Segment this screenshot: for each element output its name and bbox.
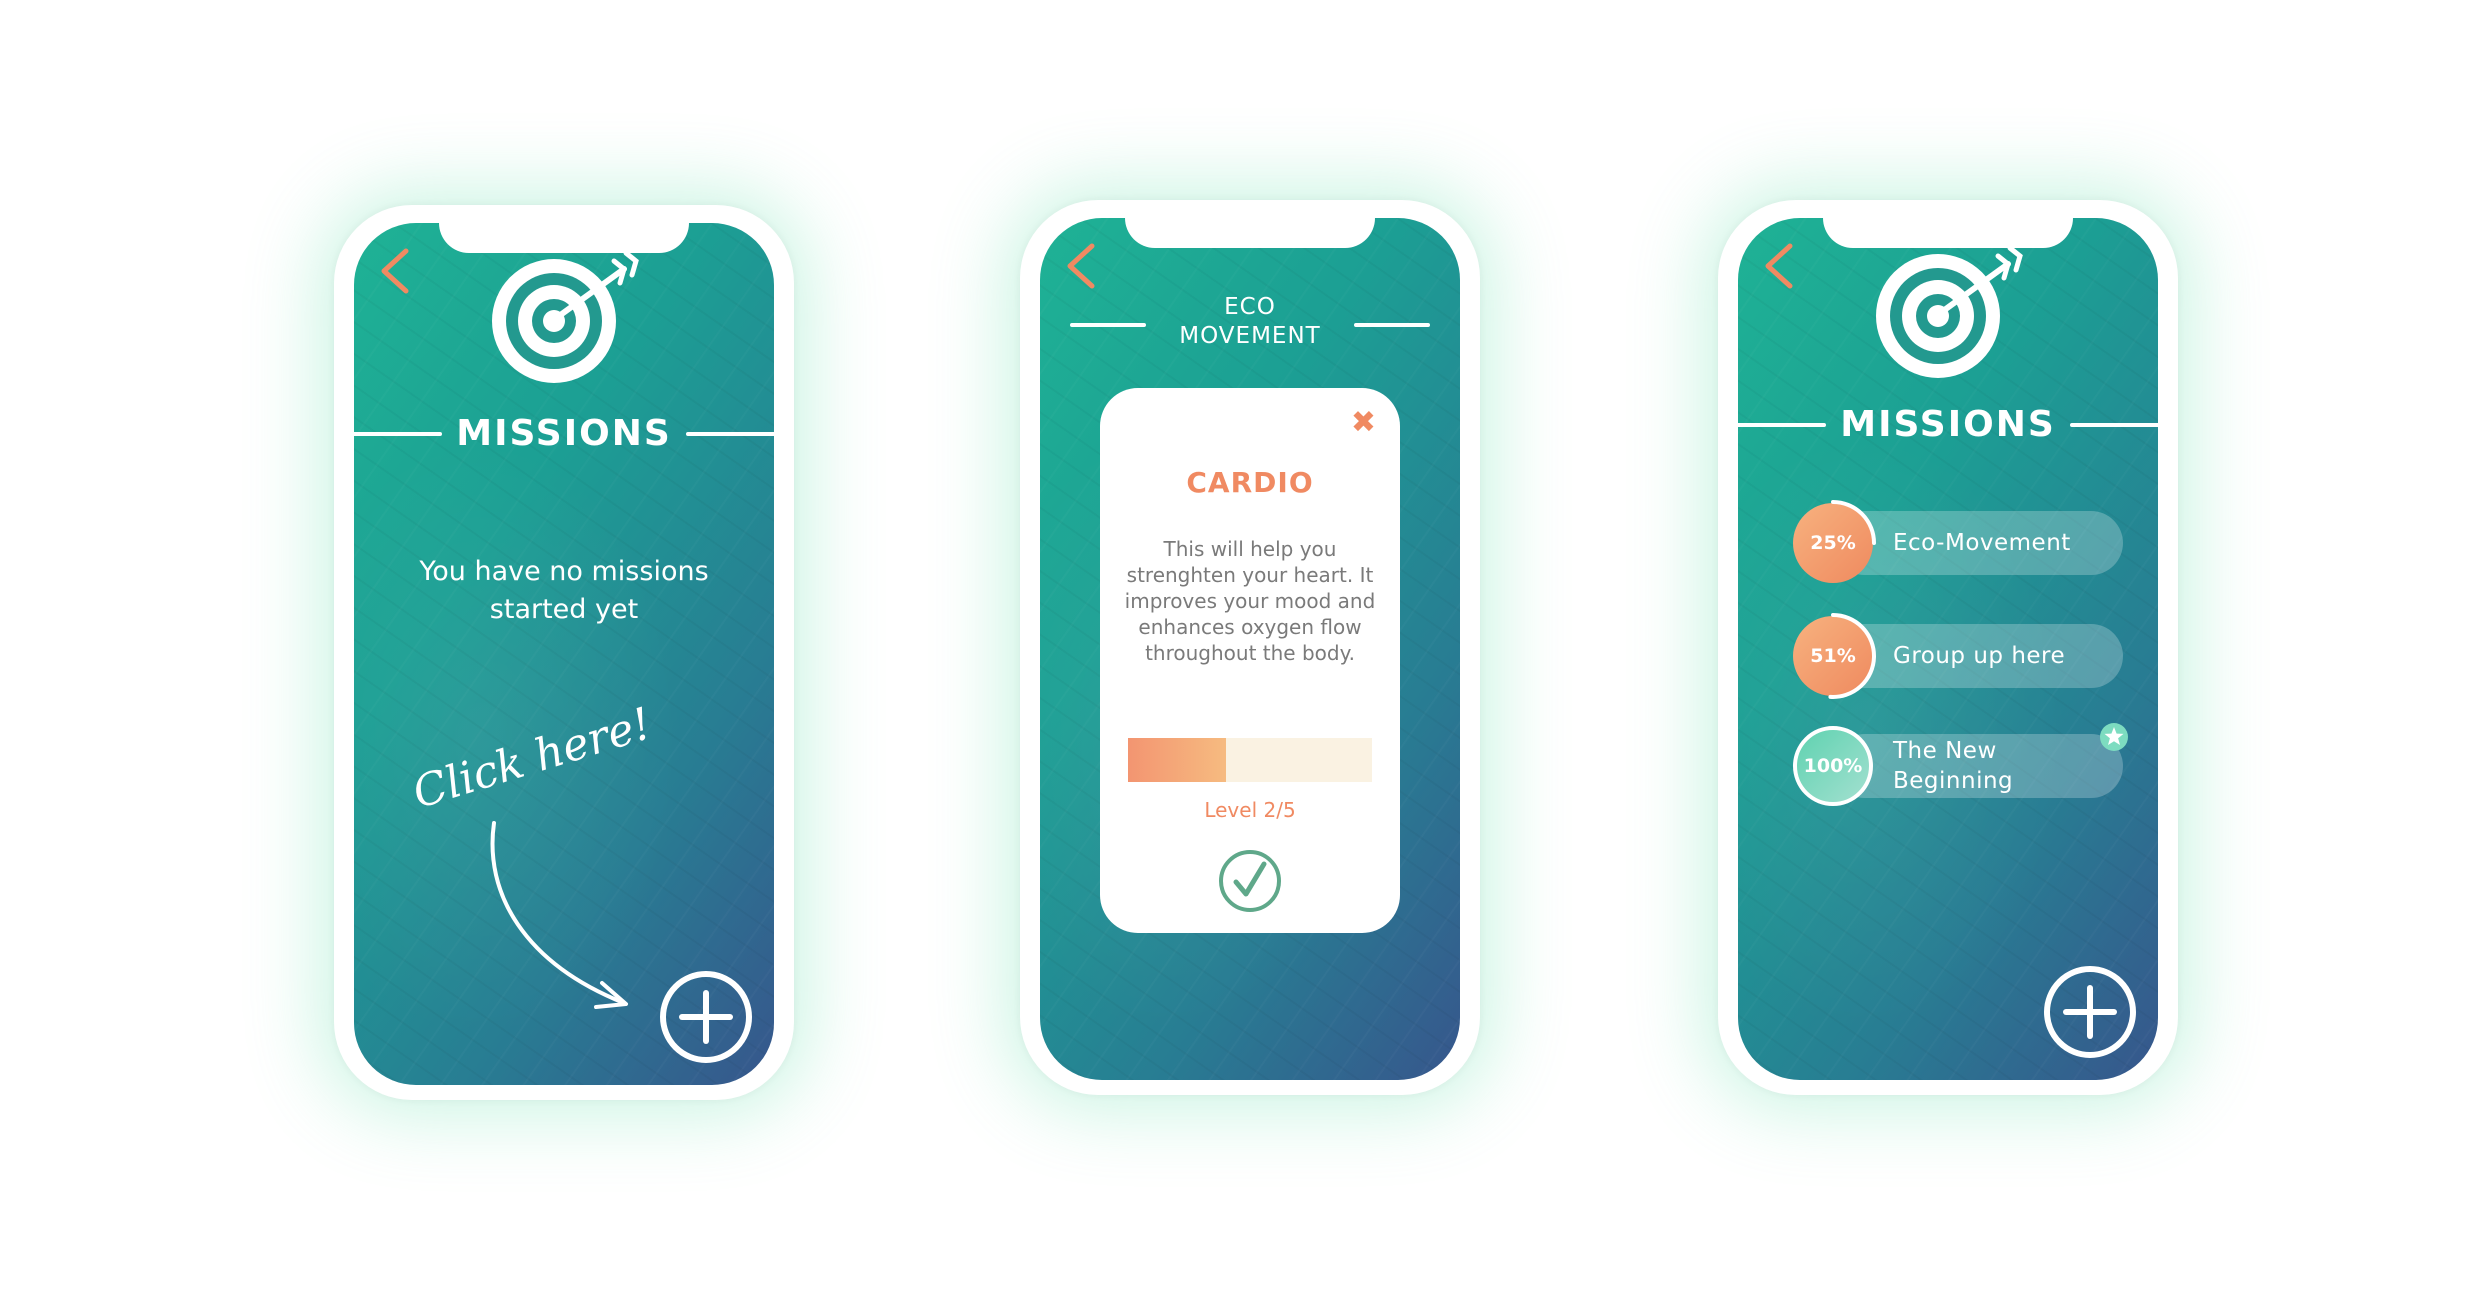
close-icon[interactable]: ✖ [1351, 408, 1376, 438]
level-progress-fill [1128, 738, 1226, 782]
progress-arc [1831, 500, 1876, 545]
chevron-left-icon[interactable] [1756, 240, 1806, 290]
screen: MISSIONS 25% Eco-Movement 51% Group up h… [1738, 218, 2158, 1080]
level-label: Level 2/5 [1204, 798, 1296, 822]
level-progress-bar [1128, 738, 1372, 782]
plus-circle-icon[interactable] [658, 969, 754, 1065]
page-title: MISSIONS [1840, 404, 2056, 445]
heading-rule-right [1354, 323, 1430, 327]
title-line-1: ECO [1224, 294, 1276, 320]
phone-missions-list: MISSIONS 25% Eco-Movement 51% Group up h… [1718, 200, 2178, 1095]
target-arrow-icon [1876, 245, 2023, 378]
page-title: ECO MOVEMENT [1040, 293, 1460, 351]
heading-rule-right [685, 431, 774, 436]
phone-eco-movement: ECO MOVEMENT ✖ CARDIO This will help you… [1020, 200, 1480, 1095]
phone-notch [439, 223, 689, 253]
heading-rule-left [1070, 323, 1146, 327]
phone-notch [1823, 218, 2073, 248]
screen: ECO MOVEMENT ✖ CARDIO This will help you… [1040, 218, 1460, 1080]
progress-arc [1828, 613, 1876, 699]
chevron-left-icon[interactable] [1058, 240, 1108, 290]
mission-name: Eco-Movement [1893, 530, 2071, 556]
click-here-hint: Click here! [406, 698, 658, 819]
check-circle-icon[interactable] [1217, 848, 1283, 914]
screen: MISSIONS You have no missions started ye… [354, 223, 774, 1085]
mission-progress-circle: 100% [1793, 726, 1873, 806]
missions-heading: MISSIONS [1738, 404, 2158, 445]
mission-item[interactable]: 51% Group up here [1793, 613, 2123, 699]
card-description: This will help you strenghten your heart… [1124, 537, 1376, 665]
target-arrow-icon [492, 250, 639, 383]
heading-rule-right [2069, 422, 2158, 427]
mission-item[interactable]: 25% Eco-Movement [1793, 500, 2123, 583]
missions-heading: MISSIONS [354, 413, 774, 454]
phone-missions-empty: MISSIONS You have no missions started ye… [334, 205, 794, 1100]
mission-progress-ring [1828, 613, 1876, 699]
mission-name: Group up here [1893, 643, 2066, 669]
chevron-left-icon[interactable] [372, 245, 422, 295]
star-badge-icon [2100, 723, 2128, 751]
heading-rule-left [354, 431, 443, 436]
plus-circle-icon[interactable] [2042, 964, 2138, 1060]
page-title: MISSIONS [456, 413, 672, 454]
mission-name: The New Beginning [1893, 738, 2014, 794]
mission-progress-ring [1831, 500, 1876, 545]
card-title: CARDIO [1186, 466, 1314, 499]
heading-rule-left [1738, 422, 1827, 427]
phone-notch [1125, 218, 1375, 248]
exercise-card: ✖ CARDIO This will help you strenghten y… [1100, 388, 1400, 933]
curved-arrow-icon [490, 821, 628, 1009]
empty-state-message: You have no missions started yet [419, 556, 709, 625]
mission-item[interactable]: 100% The New Beginning [1793, 723, 2128, 806]
